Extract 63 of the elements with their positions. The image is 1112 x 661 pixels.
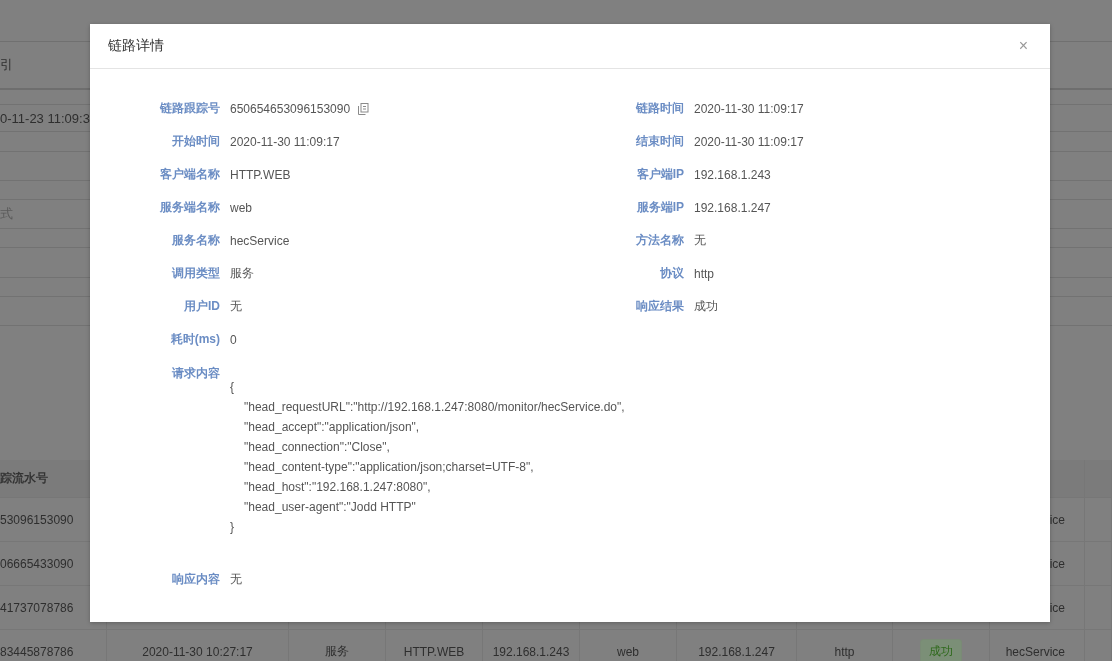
service-cell: hecService [1005, 644, 1065, 659]
code-line: } [230, 519, 235, 536]
code-line: "head_connection":"Close", [243, 439, 391, 456]
column-header: 踪流水号 [0, 470, 48, 487]
field-label: 响应结果 [635, 298, 684, 315]
field-label: 链路时间 [635, 100, 684, 117]
field-value: HTTP.WEB [230, 167, 291, 182]
field-label: 用户ID [183, 298, 220, 315]
serial-cell: 06665433090 [0, 556, 74, 571]
service-cell: ice [1049, 512, 1065, 527]
client-ip-cell: 192.168.1.243 [492, 644, 570, 659]
table-header: 引 [0, 56, 13, 74]
field-label: 耗时(ms) [169, 331, 220, 348]
code-line: "head_user-agent":"Jodd HTTP" [243, 499, 417, 516]
code-line: "head_requestURL":"http://192.168.1.247:8080/monitor/hecService.do", [243, 399, 625, 416]
service-cell: ice [1049, 600, 1065, 615]
code-line: "head_accept":"application/json", [243, 419, 421, 436]
close-button[interactable]: × [1014, 37, 1032, 55]
serial-cell: 41737078786 [0, 600, 74, 615]
field-label: 服务端名称 [159, 199, 220, 216]
code-line: "head_host":"192.168.1.247:8080", [243, 479, 432, 496]
field-label: 响应内容 [171, 571, 220, 588]
dialog-title: 链路详情 [108, 37, 164, 55]
field-value: 2020-11-30 11:09:17 [230, 134, 340, 149]
server-ip-cell: 192.168.1.247 [698, 644, 775, 659]
field-value: 192.168.1.243 [694, 167, 771, 182]
field-value: 无 [230, 571, 242, 588]
field-label: 协议 [659, 265, 684, 282]
serial-cell: 53096153090 [0, 512, 74, 527]
field-value: hecService [230, 233, 290, 248]
copy-icon[interactable] [358, 102, 370, 115]
field-label: 服务端IP [635, 199, 684, 216]
service-cell: ice [1049, 556, 1065, 571]
status-tag: 成功 [920, 639, 962, 661]
field-value: 成功 [694, 298, 718, 315]
field-value: 服务 [230, 265, 254, 282]
field-value: 无 [694, 232, 706, 249]
field-value: 2020-11-30 11:09:17 [694, 101, 804, 116]
field-label: 方法名称 [635, 232, 684, 249]
field-label: 调用类型 [171, 265, 220, 282]
field-label: 结束时间 [635, 133, 684, 150]
protocol-cell: http [834, 644, 855, 659]
field-value: 无 [230, 298, 242, 315]
type-cell: 服务 [325, 643, 349, 660]
field-value: http [694, 266, 714, 281]
field-label: 请求内容 [171, 365, 220, 382]
field-value: 2020-11-30 11:09:17 [694, 134, 804, 149]
code-line: { [230, 379, 235, 396]
table-cell: 0-11-23 11:09:3 [0, 110, 90, 126]
client-name-cell: HTTP.WEB [403, 644, 465, 659]
server-name-cell: web [617, 644, 639, 659]
serial-cell: 83445878786 [0, 644, 74, 659]
field-value: web [230, 200, 252, 215]
field-label: 服务名称 [171, 232, 220, 249]
field-value: 650654653096153090 [230, 101, 351, 116]
field-label: 开始时间 [171, 133, 220, 150]
field-label: 客户端名称 [159, 166, 220, 183]
field-value: 0 [230, 332, 237, 347]
time-cell: 2020-11-30 10:27:17 [142, 644, 253, 659]
code-line: "head_content-type":"application/json;charset=UTF-8", [243, 459, 535, 476]
field-label: 客户端IP [635, 166, 684, 183]
field-label: 链路跟踪号 [159, 100, 220, 117]
field-value: 192.168.1.247 [694, 200, 771, 215]
